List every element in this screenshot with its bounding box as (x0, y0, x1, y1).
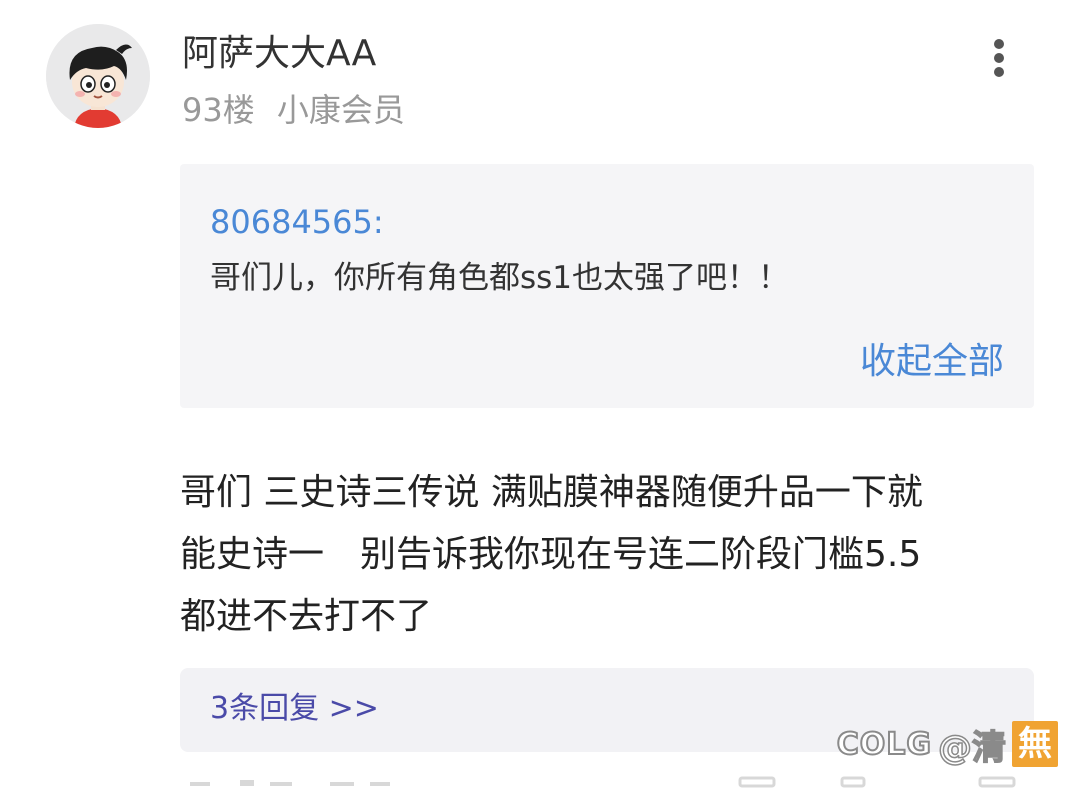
watermark-user: @清 (937, 727, 1007, 769)
comment-body-line: 都进不去打不了 (180, 596, 433, 637)
vertical-ellipsis-icon (994, 39, 1004, 77)
quote-author-link[interactable]: 80684565: (210, 200, 384, 244)
floor-number: 93楼 (182, 91, 255, 129)
quote-text: 哥们儿，你所有角色都ss1也太强了吧！！ (210, 260, 790, 296)
quoted-comment: 80684565: 哥们儿，你所有角色都ss1也太强了吧！！ 收起全部 (180, 164, 1034, 408)
comment-body-line: 能史诗一 别告诉我你现在号连二阶段门槛5.5 (180, 534, 922, 575)
collapse-all-button[interactable]: 收起全部 (860, 338, 1004, 386)
username[interactable]: 阿萨大大AA (182, 30, 376, 78)
next-item-partial (180, 770, 1060, 788)
cartoon-boy-avatar-icon (46, 24, 150, 128)
member-level-badge: 小康会员 (276, 91, 405, 129)
post-meta: 93楼 小康会员 (182, 88, 405, 132)
watermark: COLG @清 無 (836, 718, 1058, 770)
comment-body-line: 哥们 三史诗三传说 满贴膜神器随便升品一下就 (180, 472, 923, 513)
cut-off-content (190, 776, 1016, 788)
watermark-brand: COLG (836, 726, 932, 763)
watermark-seal: 無 (1012, 721, 1058, 767)
comment-body: 哥们 三史诗三传说 满贴膜神器随便升品一下就 能史诗一 别告诉我你现在号连二阶段… (180, 462, 1030, 648)
more-options-button[interactable] (978, 36, 1022, 84)
avatar[interactable] (46, 24, 150, 128)
replies-label: 3条回复 >> (210, 691, 379, 726)
